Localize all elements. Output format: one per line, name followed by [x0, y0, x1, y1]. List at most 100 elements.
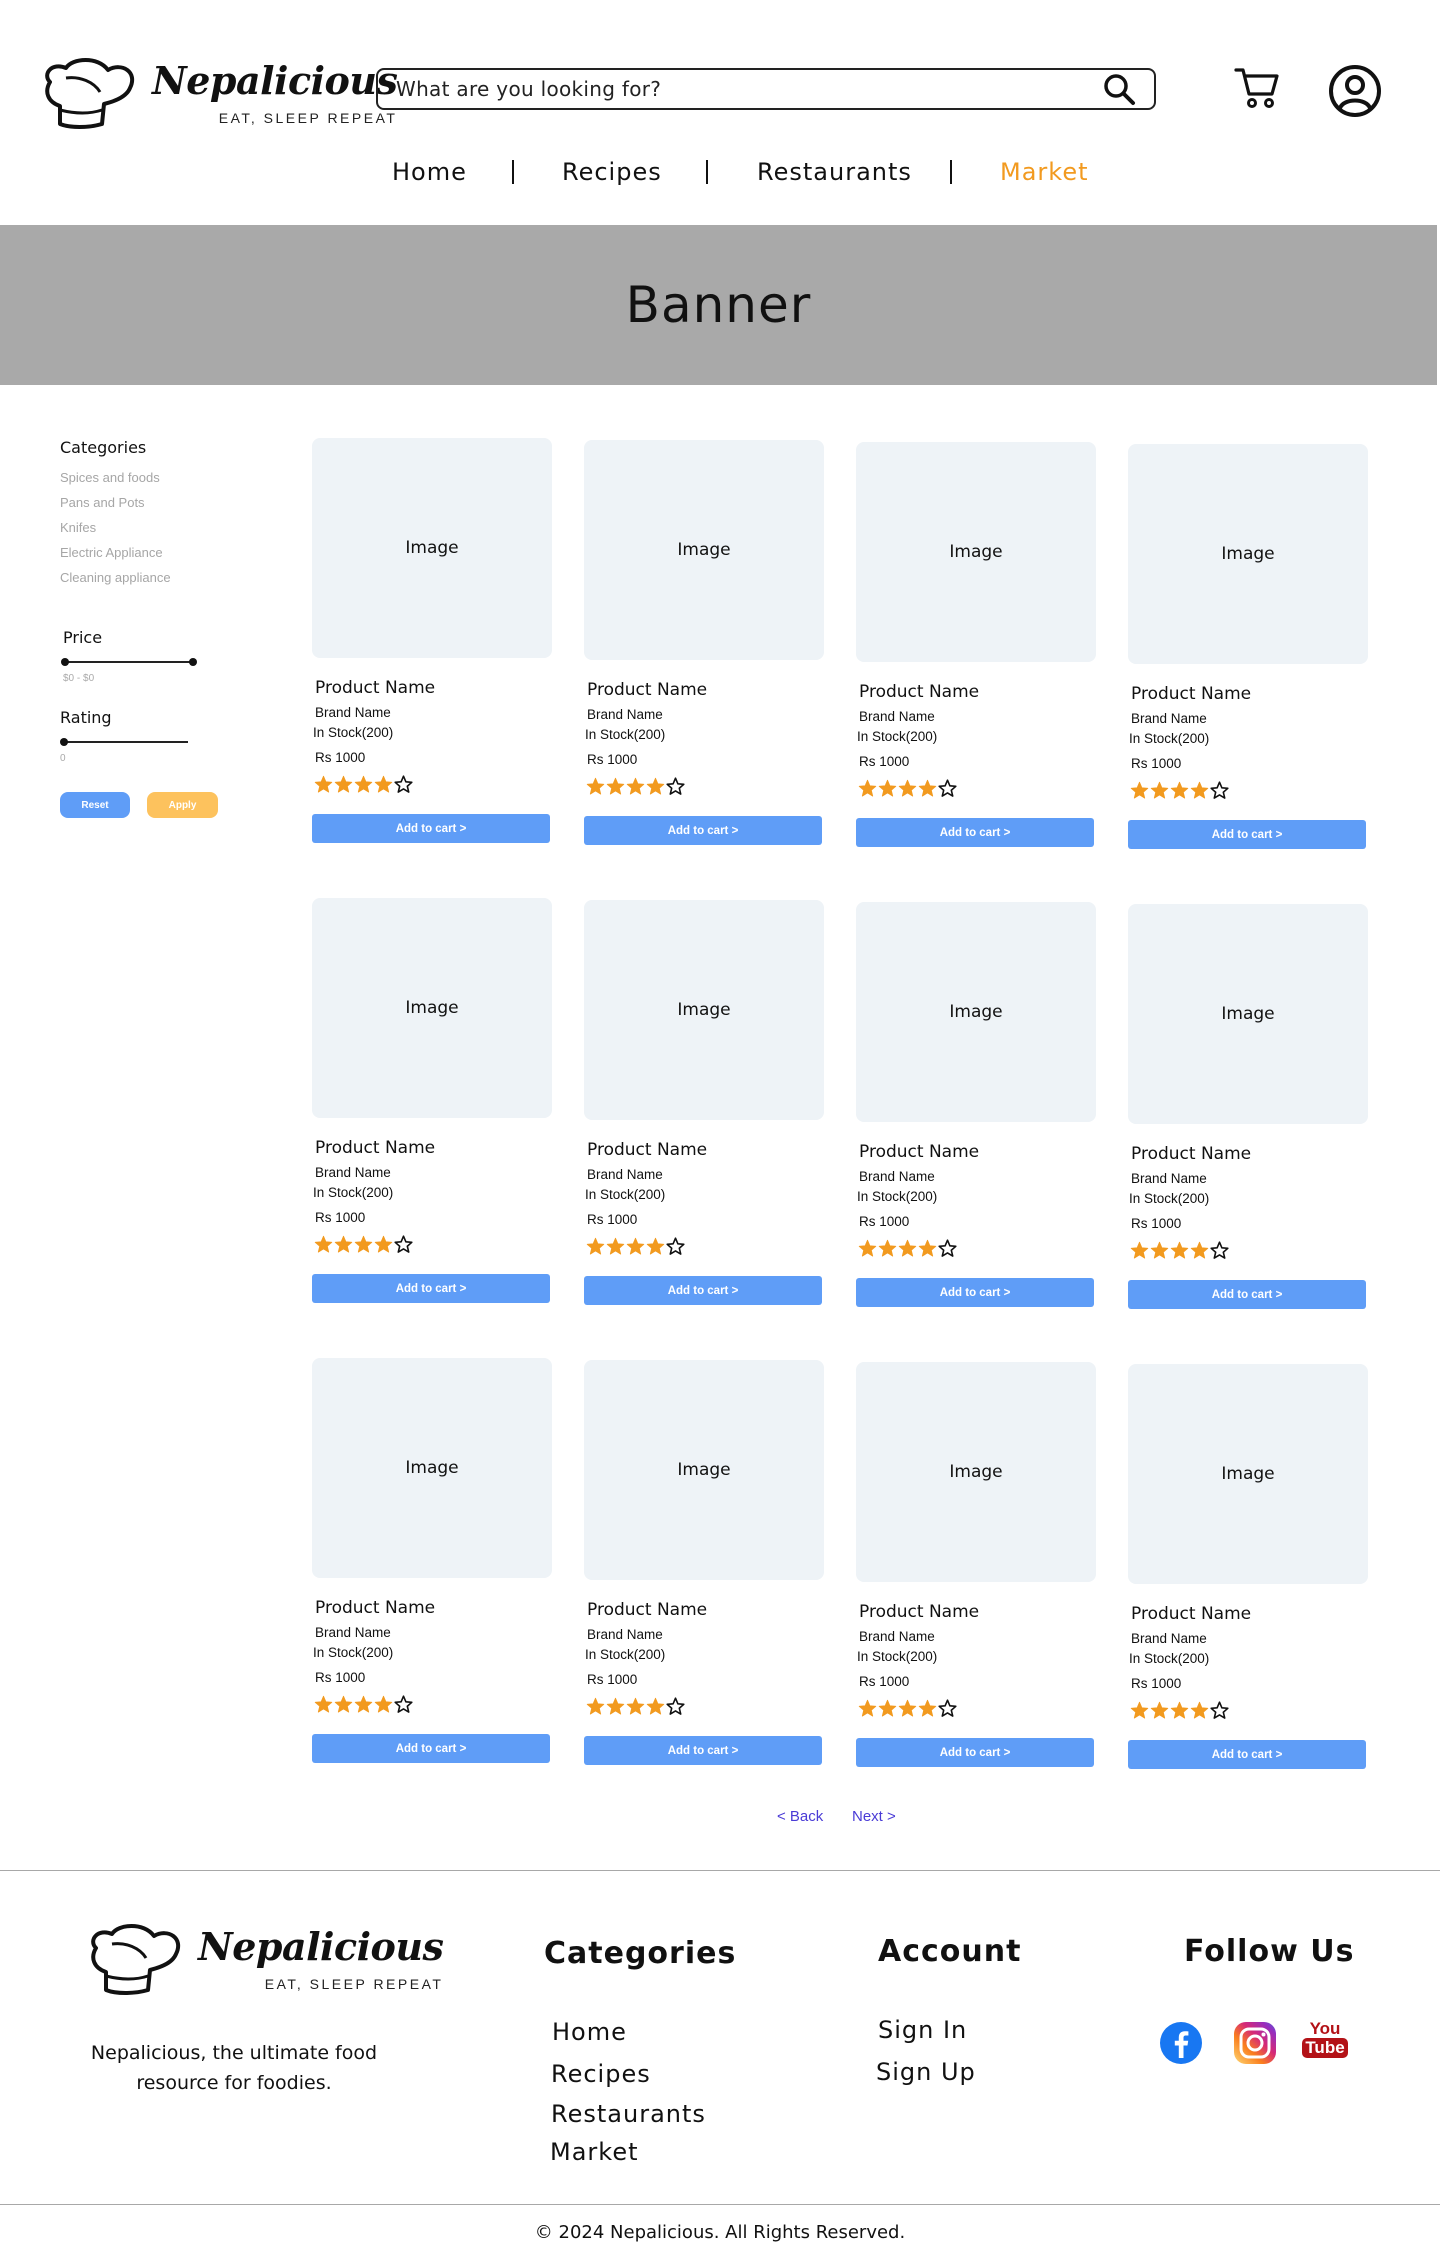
rating-handle[interactable] — [60, 738, 68, 746]
product-brand: Brand Name — [859, 1169, 935, 1184]
pagination-next[interactable]: Next > — [852, 1808, 896, 1825]
category-item[interactable]: Spices and foods — [60, 465, 230, 490]
nav-restaurants[interactable]: Restaurants — [757, 158, 912, 186]
pagination-back[interactable]: < Back — [777, 1808, 823, 1825]
main-nav: Home Recipes Restaurants Market — [0, 158, 1440, 194]
star-filled-icon — [354, 1235, 373, 1253]
add-to-cart-button[interactable]: Add to cart > — [312, 814, 550, 843]
product-card[interactable]: Image Product Name Brand Name In Stock(200)… — [1128, 444, 1368, 852]
product-image[interactable]: Image — [856, 902, 1096, 1122]
price-min-handle[interactable] — [61, 658, 69, 666]
add-to-cart-button[interactable]: Add to cart > — [1128, 1740, 1366, 1769]
footer-link-restaurants[interactable]: Restaurants — [551, 2100, 706, 2128]
apply-button[interactable]: Apply — [147, 792, 218, 818]
search-bar[interactable]: What are you looking for? — [376, 68, 1156, 110]
product-card[interactable]: Image Product Name Brand Name In Stock(200)… — [856, 442, 1096, 850]
category-item[interactable]: Cleaning appliance — [60, 565, 230, 590]
instagram-icon[interactable] — [1232, 2020, 1278, 2066]
category-item[interactable]: Electric Appliance — [60, 540, 230, 565]
product-stock: In Stock(200) — [313, 1185, 394, 1200]
add-to-cart-button[interactable]: Add to cart > — [312, 1734, 550, 1763]
footer-logo[interactable]: Nepalicious EAT, SLEEP REPEAT — [86, 1924, 444, 1996]
category-item[interactable]: Pans and Pots — [60, 490, 230, 515]
add-to-cart-button[interactable]: Add to cart > — [856, 1738, 1094, 1767]
product-card[interactable]: Image Product Name Brand Name In Stock(200)… — [584, 900, 824, 1308]
star-filled-icon — [858, 1239, 877, 1257]
add-to-cart-button[interactable]: Add to cart > — [312, 1274, 550, 1303]
add-to-cart-button[interactable]: Add to cart > — [584, 1736, 822, 1765]
user-account-icon[interactable] — [1328, 64, 1382, 118]
price-title: Price — [63, 628, 103, 647]
nav-market[interactable]: Market — [1000, 158, 1089, 186]
footer-link-market[interactable]: Market — [550, 2138, 639, 2166]
product-image[interactable]: Image — [584, 1360, 824, 1580]
product-card[interactable]: Image Product Name Brand Name In Stock(200)… — [312, 438, 552, 846]
youtube-icon[interactable]: You Tube — [1302, 2020, 1348, 2066]
add-to-cart-button[interactable]: Add to cart > — [584, 816, 822, 845]
product-card[interactable]: Image Product Name Brand Name In Stock(200)… — [856, 1362, 1096, 1770]
product-image[interactable]: Image — [312, 1358, 552, 1578]
search-input[interactable]: What are you looking for? — [396, 77, 1102, 101]
product-name[interactable]: Product Name — [859, 682, 979, 702]
product-name[interactable]: Product Name — [859, 1602, 979, 1622]
product-price: Rs 1000 — [315, 1210, 366, 1225]
product-name[interactable]: Product Name — [1131, 684, 1251, 704]
add-to-cart-button[interactable]: Add to cart > — [1128, 820, 1366, 849]
product-card[interactable]: Image Product Name Brand Name In Stock(200)… — [1128, 904, 1368, 1312]
rating-slider[interactable] — [60, 735, 192, 749]
price-filter: Price $0 - $0 — [61, 628, 221, 684]
product-name[interactable]: Product Name — [859, 1142, 979, 1162]
product-image[interactable]: Image — [584, 900, 824, 1120]
product-card[interactable]: Image Product Name Brand Name In Stock(200)… — [1128, 1364, 1368, 1772]
star-filled-icon — [374, 1695, 393, 1713]
brand-name: Nepalicious — [152, 58, 398, 103]
nav-recipes[interactable]: Recipes — [562, 158, 662, 186]
product-image[interactable]: Image — [1128, 904, 1368, 1124]
product-image[interactable]: Image — [584, 440, 824, 660]
footer-link-home[interactable]: Home — [552, 2018, 627, 2046]
price-range-slider[interactable] — [61, 655, 197, 669]
star-filled-icon — [878, 1239, 897, 1257]
nav-home[interactable]: Home — [392, 158, 467, 186]
add-to-cart-button[interactable]: Add to cart > — [856, 818, 1094, 847]
add-to-cart-button[interactable]: Add to cart > — [1128, 1280, 1366, 1309]
star-empty-icon — [666, 1237, 685, 1255]
cart-icon[interactable] — [1234, 64, 1280, 110]
reset-button[interactable]: Reset — [60, 792, 130, 818]
star-empty-icon — [1210, 1701, 1229, 1719]
category-item[interactable]: Knifes — [60, 515, 230, 540]
footer-link-sign-in[interactable]: Sign In — [878, 2016, 967, 2044]
product-card[interactable]: Image Product Name Brand Name In Stock(200)… — [312, 898, 552, 1306]
product-card[interactable]: Image Product Name Brand Name In Stock(200)… — [856, 902, 1096, 1310]
product-image[interactable]: Image — [1128, 444, 1368, 664]
header-logo[interactable]: Nepalicious EAT, SLEEP REPEAT — [40, 58, 398, 130]
facebook-icon[interactable] — [1158, 2020, 1204, 2066]
product-image[interactable]: Image — [312, 438, 552, 658]
add-to-cart-button[interactable]: Add to cart > — [856, 1278, 1094, 1307]
price-max-handle[interactable] — [189, 658, 197, 666]
product-name[interactable]: Product Name — [315, 678, 435, 698]
product-rating — [858, 779, 957, 798]
product-name[interactable]: Product Name — [1131, 1604, 1251, 1624]
product-name[interactable]: Product Name — [587, 680, 707, 700]
footer-link-sign-up[interactable]: Sign Up — [876, 2058, 976, 2086]
product-name[interactable]: Product Name — [315, 1138, 435, 1158]
product-image[interactable]: Image — [1128, 1364, 1368, 1584]
product-card[interactable]: Image Product Name Brand Name In Stock(200)… — [584, 1360, 824, 1768]
add-to-cart-button[interactable]: Add to cart > — [584, 1276, 822, 1305]
product-image[interactable]: Image — [312, 898, 552, 1118]
product-name[interactable]: Product Name — [587, 1140, 707, 1160]
category-list: Spices and foods Pans and Pots Knifes El… — [60, 465, 230, 590]
product-name[interactable]: Product Name — [315, 1598, 435, 1618]
footer-link-recipes[interactable]: Recipes — [551, 2060, 651, 2088]
star-filled-icon — [918, 779, 937, 797]
product-name[interactable]: Product Name — [1131, 1144, 1251, 1164]
star-filled-icon — [586, 777, 605, 795]
product-card[interactable]: Image Product Name Brand Name In Stock(200)… — [312, 1358, 552, 1766]
search-icon[interactable] — [1102, 72, 1136, 106]
product-image[interactable]: Image — [856, 442, 1096, 662]
product-card[interactable]: Image Product Name Brand Name In Stock(200)… — [584, 440, 824, 848]
product-image[interactable]: Image — [856, 1362, 1096, 1582]
product-name[interactable]: Product Name — [587, 1600, 707, 1620]
star-empty-icon — [938, 1699, 957, 1717]
